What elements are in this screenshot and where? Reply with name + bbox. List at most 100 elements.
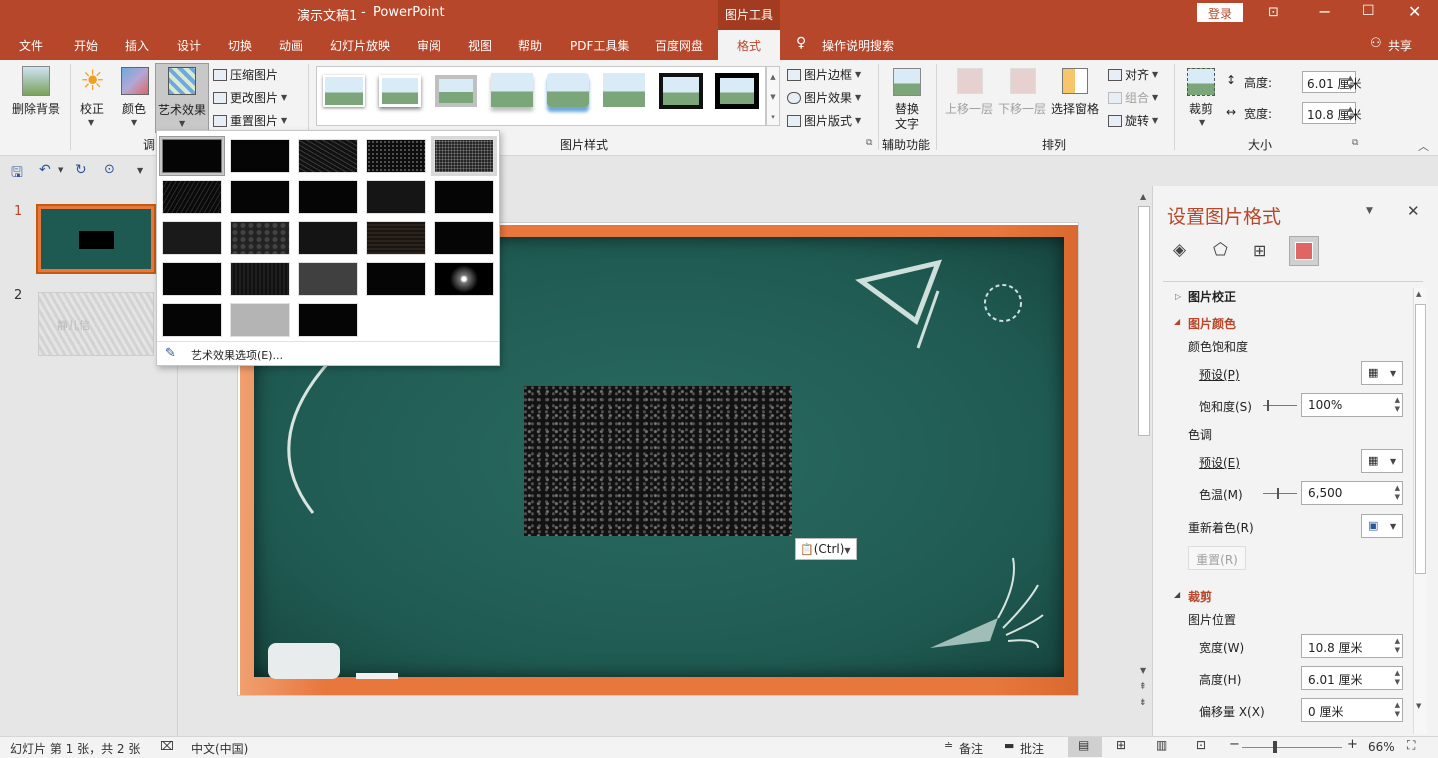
tab-animations[interactable]: 动画 bbox=[279, 37, 303, 54]
temperature-input[interactable]: 6,500 ▲ ▼ bbox=[1301, 481, 1403, 505]
effect-option[interactable] bbox=[159, 218, 225, 258]
crop-height-input[interactable]: 6.01 厘米 ▲ ▼ bbox=[1301, 666, 1403, 690]
effect-option[interactable] bbox=[159, 259, 225, 299]
compress-pictures-button[interactable]: 压缩图片 bbox=[213, 66, 278, 83]
minimize-icon[interactable]: − bbox=[1318, 2, 1331, 21]
recolor-dropdown[interactable]: ▣ ▼ bbox=[1361, 514, 1403, 538]
effect-none-selected[interactable] bbox=[159, 136, 225, 176]
style-thumb[interactable] bbox=[715, 73, 759, 109]
effect-option[interactable] bbox=[227, 218, 293, 258]
undo-icon[interactable]: ↶ bbox=[39, 162, 51, 178]
effect-option[interactable] bbox=[295, 259, 361, 299]
rotate-button[interactable]: 旋转 ▼ bbox=[1108, 112, 1158, 129]
collapse-icon[interactable]: ◢ bbox=[1174, 317, 1180, 326]
tab-transitions[interactable]: 切换 bbox=[228, 37, 252, 54]
style-thumb[interactable] bbox=[603, 73, 645, 107]
remove-background-button[interactable]: 删除背景 bbox=[12, 100, 60, 117]
corrections-button[interactable]: 校正 bbox=[80, 100, 104, 117]
start-slideshow-icon[interactable]: ⊙ bbox=[104, 162, 115, 177]
saturation-input[interactable]: 100% ▲ ▼ bbox=[1301, 393, 1403, 417]
crop-button[interactable]: 裁剪 bbox=[1189, 100, 1213, 117]
gallery-scroll[interactable]: ▲ ▼ ▾ bbox=[766, 66, 780, 126]
style-thumb[interactable] bbox=[547, 73, 589, 107]
scroll-down-icon[interactable]: ▼ bbox=[1140, 666, 1146, 675]
picture-border-button[interactable]: 图片边框 ▼ bbox=[787, 66, 861, 83]
pane-options-icon[interactable]: ▼ bbox=[1366, 206, 1373, 216]
collapse-ribbon-icon[interactable]: ︿ bbox=[1418, 138, 1429, 154]
effect-option[interactable] bbox=[363, 177, 429, 217]
selected-picture[interactable] bbox=[524, 386, 792, 536]
expand-icon[interactable]: ▷ bbox=[1175, 292, 1181, 301]
change-picture-button[interactable]: 更改图片 ▼ bbox=[213, 89, 287, 106]
artistic-effects-button[interactable]: 艺术效果 ▼ bbox=[155, 63, 209, 133]
tab-view[interactable]: 视图 bbox=[468, 37, 492, 54]
tone-preset-dropdown[interactable]: ▦ ▼ bbox=[1361, 449, 1403, 473]
width-input[interactable]: 10.8 厘米 ▲ ▼ bbox=[1302, 102, 1362, 124]
prev-slide-icon[interactable]: ⇞ bbox=[1139, 682, 1147, 692]
comments-button[interactable]: 批注 bbox=[1020, 740, 1044, 757]
slide-thumbnail-1[interactable] bbox=[36, 204, 156, 274]
effect-option[interactable] bbox=[159, 177, 225, 217]
style-thumb[interactable] bbox=[323, 75, 365, 107]
slideshow-view-icon[interactable]: ⊡ bbox=[1196, 738, 1206, 752]
effects-pentagon-icon[interactable]: ⬠ bbox=[1213, 240, 1228, 260]
effect-option[interactable] bbox=[431, 259, 497, 299]
save-icon[interactable]: 🖫 bbox=[11, 162, 23, 186]
tab-file[interactable]: 文件 bbox=[19, 37, 43, 54]
normal-view-button[interactable]: ▤ bbox=[1068, 737, 1102, 757]
send-backward-button[interactable]: 下移一层 bbox=[998, 100, 1046, 117]
bring-forward-button[interactable]: 上移一层 bbox=[945, 100, 993, 117]
saturation-preset-dropdown[interactable]: ▦ ▼ bbox=[1361, 361, 1403, 385]
redo-icon[interactable]: ↻ bbox=[75, 162, 87, 178]
reset-picture-button[interactable]: 重置图片 ▼ bbox=[213, 112, 287, 129]
tab-baidu-netdisk[interactable]: 百度网盘 bbox=[655, 37, 703, 54]
style-thumb[interactable] bbox=[435, 75, 477, 107]
picture-corrections-section[interactable]: 图片校正 bbox=[1188, 288, 1236, 305]
effect-option[interactable] bbox=[295, 218, 361, 258]
picture-color-section[interactable]: 图片颜色 bbox=[1188, 315, 1236, 332]
tell-me-search[interactable]: 操作说明搜索 bbox=[822, 37, 894, 54]
reset-color-button[interactable]: 重置(R) bbox=[1188, 546, 1246, 570]
tab-slideshow[interactable]: 幻灯片放映 bbox=[330, 37, 390, 54]
language-indicator[interactable]: 中文(中国) bbox=[191, 740, 248, 757]
style-thumb[interactable] bbox=[491, 73, 533, 107]
temperature-slider-handle[interactable] bbox=[1277, 488, 1279, 499]
close-pane-icon[interactable]: ✕ bbox=[1407, 202, 1420, 220]
scroll-up-icon[interactable]: ▲ bbox=[1140, 192, 1146, 201]
zoom-level[interactable]: 66% bbox=[1368, 740, 1395, 754]
spellcheck-icon[interactable]: ⌧ bbox=[160, 739, 174, 753]
tab-format[interactable]: 格式 bbox=[718, 30, 780, 60]
notes-button[interactable]: 备注 bbox=[959, 740, 983, 757]
fill-line-icon[interactable]: ◈ bbox=[1173, 240, 1186, 260]
offset-x-input[interactable]: 0 厘米 ▲ ▼ bbox=[1301, 698, 1403, 722]
share-button[interactable]: 共享 bbox=[1388, 37, 1412, 54]
picture-effects-button[interactable]: 图片效果 ▼ bbox=[787, 89, 861, 106]
customize-qat-icon[interactable]: ▼ bbox=[137, 166, 143, 175]
next-slide-icon[interactable]: ⇟ bbox=[1139, 698, 1147, 708]
group-button[interactable]: 组合 ▼ bbox=[1108, 89, 1158, 106]
slide-scrollbar[interactable]: ▲ ▼ ⇞ ⇟ bbox=[1136, 188, 1152, 714]
crop-section[interactable]: 裁剪 bbox=[1188, 588, 1212, 605]
effect-option[interactable] bbox=[295, 136, 361, 176]
effect-option[interactable] bbox=[431, 177, 497, 217]
saturation-slider-handle[interactable] bbox=[1267, 400, 1269, 411]
chevron-down-icon[interactable]: ▼ bbox=[1199, 118, 1205, 127]
pane-scroll-thumb[interactable] bbox=[1415, 304, 1426, 574]
height-input[interactable]: 6.01 厘米 ▲ ▼ bbox=[1302, 71, 1362, 93]
effect-option[interactable] bbox=[295, 177, 361, 217]
effect-option[interactable] bbox=[295, 300, 361, 340]
close-icon[interactable]: ✕ bbox=[1408, 2, 1421, 21]
scroll-thumb[interactable] bbox=[1138, 206, 1150, 436]
scroll-down-icon[interactable]: ▼ bbox=[1416, 702, 1421, 710]
tab-home[interactable]: 开始 bbox=[74, 37, 98, 54]
tab-design[interactable]: 设计 bbox=[177, 37, 201, 54]
ribbon-display-icon[interactable]: ⊡ bbox=[1268, 5, 1279, 20]
zoom-out-icon[interactable]: − bbox=[1229, 737, 1240, 752]
effect-option[interactable] bbox=[431, 136, 497, 176]
picture-styles-gallery[interactable] bbox=[316, 66, 766, 126]
effect-option[interactable] bbox=[363, 218, 429, 258]
collapse-icon[interactable]: ◢ bbox=[1174, 590, 1180, 599]
reading-view-icon[interactable]: ▥ bbox=[1156, 738, 1167, 752]
effect-option[interactable] bbox=[227, 136, 293, 176]
chevron-down-icon[interactable]: ▼ bbox=[88, 118, 94, 127]
